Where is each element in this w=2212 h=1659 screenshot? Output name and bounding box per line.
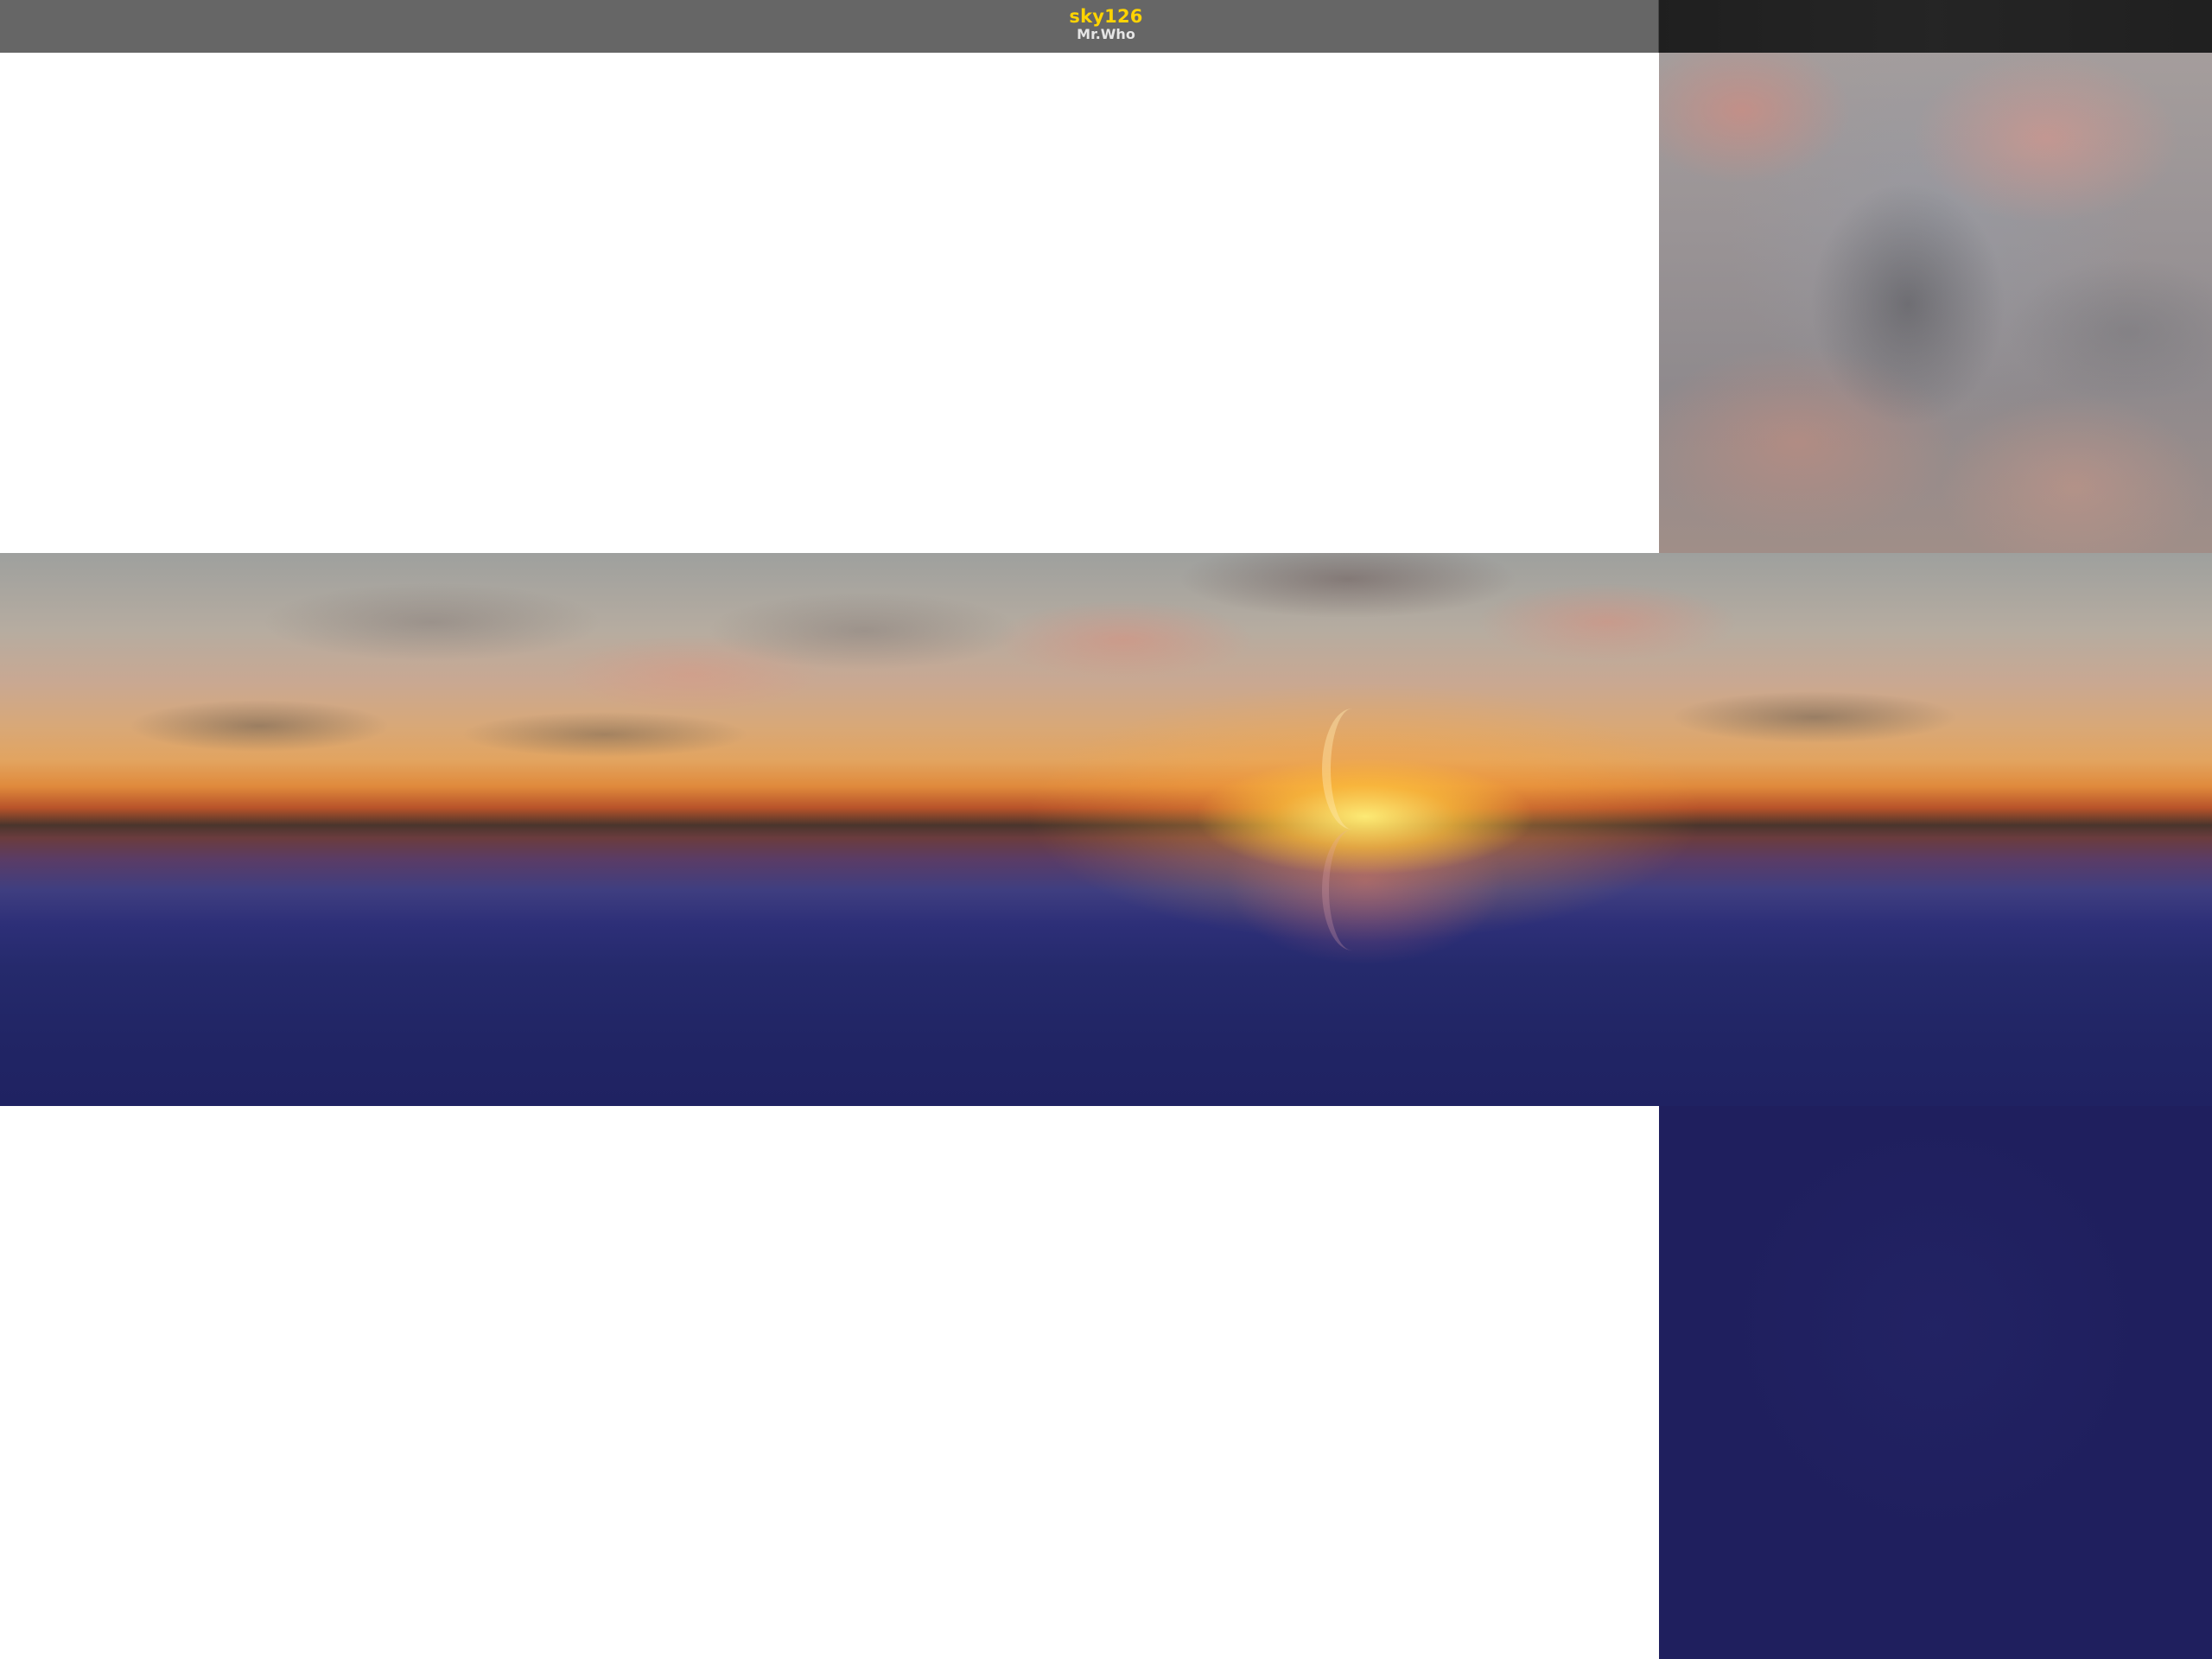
skybox-face-up (1659, 0, 2212, 553)
skybox-face-front (0, 553, 2212, 1106)
skybox-face-down (1659, 1106, 2212, 1659)
skybox-viewer: sky126 Mr.Who (0, 0, 2212, 1659)
skybox-title: sky126 (1069, 6, 1143, 27)
title-bar: sky126 Mr.Who (0, 0, 2212, 53)
skybox-author: Mr.Who (1077, 26, 1135, 42)
moon-crescent (1322, 709, 1382, 830)
moon-reflection (1322, 830, 1382, 950)
